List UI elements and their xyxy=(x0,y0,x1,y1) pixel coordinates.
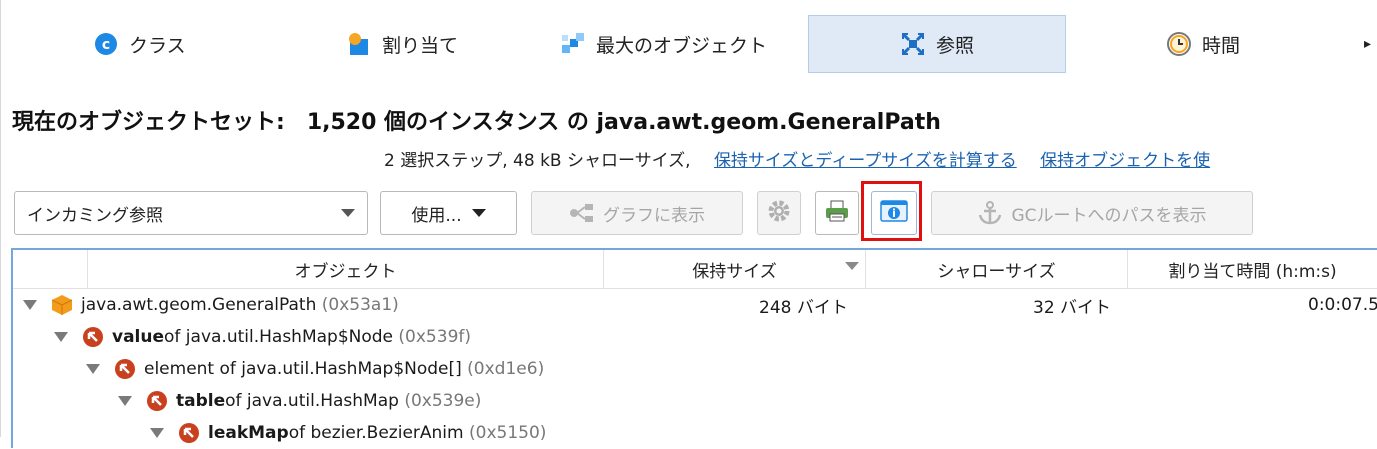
allocation-icon xyxy=(346,31,372,57)
object-address: (0x53a1) xyxy=(321,295,399,315)
table-row[interactable]: table of java.util.HashMap (0x539e) xyxy=(13,385,1377,417)
collapse-icon[interactable] xyxy=(118,396,132,406)
collapse-icon[interactable] xyxy=(86,364,100,374)
object-name: of java.util.HashMap xyxy=(225,391,399,411)
view-tabs: c クラス 割り当て 最大のオブジェクト 参照 時間 ▸ xyxy=(0,0,1377,90)
references-icon xyxy=(900,31,926,57)
header-label: 保持サイズ xyxy=(692,261,777,282)
reference-icon xyxy=(146,390,168,412)
header-allocation-time[interactable]: 割り当て時間 (h:m:s) xyxy=(1127,250,1377,288)
svg-text:c: c xyxy=(102,37,110,53)
settings-button[interactable] xyxy=(757,191,801,235)
collapse-icon[interactable] xyxy=(54,332,68,342)
tab-label: 参照 xyxy=(935,34,974,57)
tab-allocations[interactable]: 割り当て xyxy=(346,15,458,73)
summary-info: 2 選択ステップ, 48 kB シャローサイズ, xyxy=(384,151,691,171)
reference-view-select[interactable]: インカミング参照 xyxy=(14,191,368,235)
shallow-size-cell: 32 バイト xyxy=(1033,297,1112,318)
table-header: オブジェクト 保持サイズ シャローサイズ 割り当て時間 (h:m:s) xyxy=(13,250,1377,289)
field-name: leakMap xyxy=(208,423,289,443)
calculate-sizes-link[interactable]: 保持サイズとディープサイズを計算する xyxy=(714,151,1017,171)
object-name: of bezier.BezierAnim xyxy=(288,423,464,443)
show-gc-root-path-button[interactable]: GCルートへのパスを表示 xyxy=(931,191,1253,235)
header-label: シャローサイズ xyxy=(937,261,1056,282)
reference-icon xyxy=(82,326,104,348)
reference-icon xyxy=(178,422,200,444)
object-name: java.awt.geom.GeneralPath xyxy=(81,295,317,315)
graph-icon xyxy=(569,203,595,223)
reference-icon xyxy=(114,358,136,380)
tab-label: 時間 xyxy=(1202,34,1241,57)
printer-icon xyxy=(824,199,850,228)
graph-button-label: グラフに表示 xyxy=(603,205,705,226)
collapse-icon[interactable] xyxy=(23,300,37,310)
header-retained-size[interactable]: 保持サイズ xyxy=(603,250,865,288)
object-icon xyxy=(51,294,73,316)
tab-label: クラス xyxy=(129,34,186,57)
header-object[interactable]: オブジェクト xyxy=(87,250,603,288)
header-label: 割り当て時間 (h:m:s) xyxy=(1168,261,1337,282)
title-prefix: 現在のオブジェクトセット: xyxy=(12,110,285,135)
tab-classes[interactable]: c クラス xyxy=(93,15,186,73)
retained-objects-link[interactable]: 保持オブジェクトを使 xyxy=(1040,151,1210,171)
export-button[interactable] xyxy=(815,191,859,235)
clock-icon xyxy=(1166,31,1192,57)
biggest-objects-icon xyxy=(560,31,586,57)
header-shallow-size[interactable]: シャローサイズ xyxy=(865,250,1127,288)
header-expand-column xyxy=(13,250,87,288)
header-label: オブジェクト xyxy=(294,261,397,282)
table-row[interactable]: leakMap of bezier.BezierAnim (0x5150) xyxy=(13,417,1377,449)
use-button[interactable]: 使用... xyxy=(380,191,517,235)
object-address: (0x539f) xyxy=(398,327,471,347)
sort-descending-icon xyxy=(845,262,859,270)
references-tree-table: オブジェクト 保持サイズ シャローサイズ 割り当て時間 (h:m:s) java… xyxy=(11,248,1377,448)
tab-time[interactable]: 時間 xyxy=(1166,15,1240,73)
object-address: (0x5150) xyxy=(469,423,547,443)
object-name: element of java.util.HashMap$Node[] xyxy=(144,359,462,379)
chevron-down-icon xyxy=(341,203,355,223)
use-button-label: 使用... xyxy=(411,205,462,226)
retained-size-cell: 248 バイト xyxy=(759,297,848,318)
title-count: 1,520 個のインスタンス の java.awt.geom.GeneralPa… xyxy=(306,110,941,135)
anchor-icon xyxy=(977,200,1003,226)
highlight-box xyxy=(861,181,922,241)
object-address: (0x539e) xyxy=(404,391,482,411)
chevron-down-icon xyxy=(471,203,486,223)
object-set-summary: 2 選択ステップ, 48 kB シャローサイズ, 保持サイズとディープサイズを計… xyxy=(384,146,1210,171)
object-address: (0xd1e6) xyxy=(467,359,545,379)
select-value: インカミング参照 xyxy=(27,205,163,226)
class-icon: c xyxy=(93,31,119,57)
page-title: 現在のオブジェクトセット: 1,520 個のインスタンス の java.awt.g… xyxy=(12,104,941,136)
tab-label: 割り当て xyxy=(382,34,459,57)
table-row[interactable]: value of java.util.HashMap$Node (0x539f) xyxy=(13,321,1377,353)
object-name: of java.util.HashMap$Node xyxy=(164,327,394,347)
tab-references[interactable]: 参照 xyxy=(808,15,1066,73)
field-name: value xyxy=(112,327,165,347)
tab-label: 最大のオブジェクト xyxy=(596,34,768,57)
tab-scroll-right-icon[interactable]: ▸ xyxy=(1364,36,1371,52)
table-row[interactable]: element of java.util.HashMap$Node[] (0xd… xyxy=(13,353,1377,385)
table-row[interactable]: java.awt.geom.GeneralPath (0x53a1) 248 バ… xyxy=(13,289,1377,321)
gear-icon xyxy=(767,199,791,228)
show-in-graph-button[interactable]: グラフに表示 xyxy=(531,191,743,235)
allocation-time-cell: 0:0:07.5 xyxy=(1308,295,1377,315)
gc-button-label: GCルートへのパスを表示 xyxy=(1011,205,1207,226)
field-name: table xyxy=(176,391,226,411)
tab-biggest-objects[interactable]: 最大のオブジェクト xyxy=(560,15,767,73)
